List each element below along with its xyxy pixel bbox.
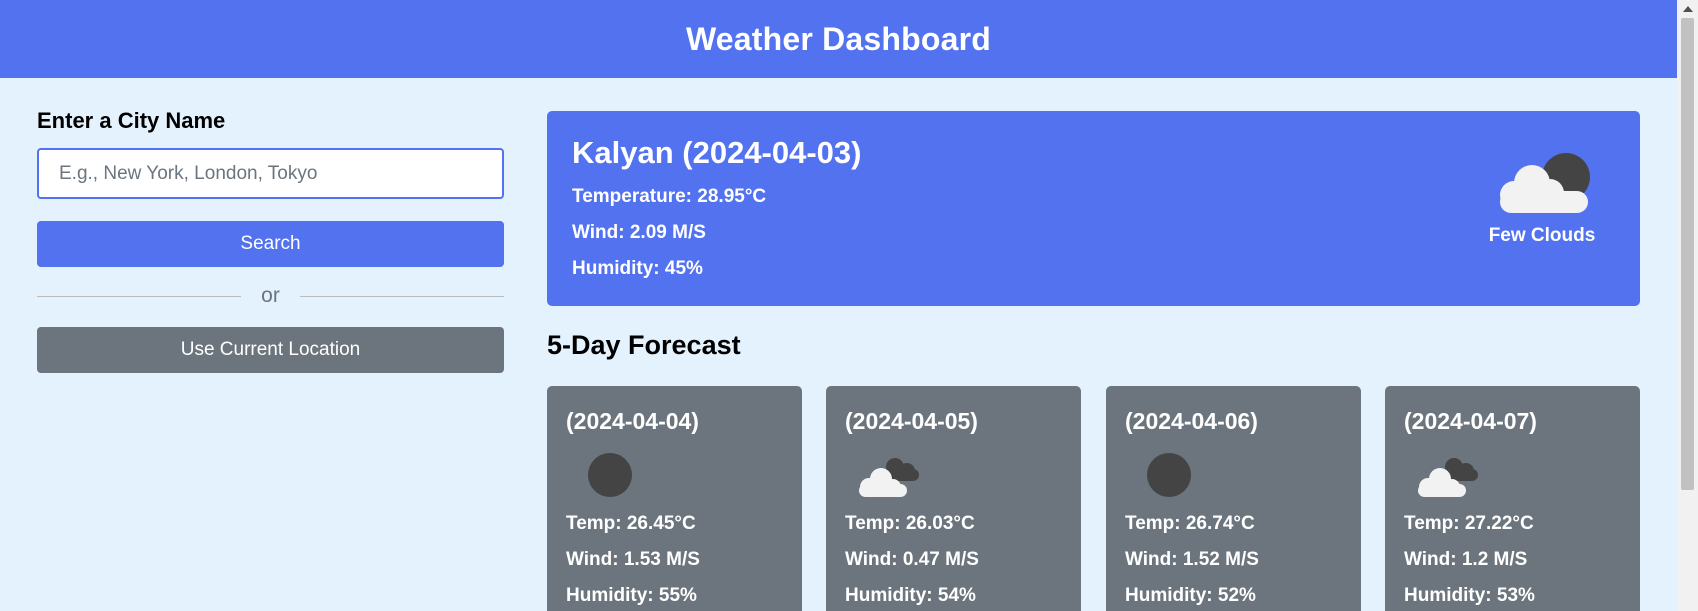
- forecast-card: (2024-04-07) Temp: 27.22°C Wind: 1.2 M/S…: [1385, 386, 1640, 611]
- page: Weather Dashboard Enter a City Name Sear…: [0, 0, 1677, 611]
- forecast-temp: Temp: 26.45°C: [566, 513, 696, 534]
- scroll-up-arrow-icon[interactable]: [1683, 6, 1693, 12]
- scrollbar-thumb[interactable]: [1681, 18, 1694, 490]
- current-city-title: Kalyan (2024-04-03): [572, 135, 862, 170]
- forecast-temp: Temp: 26.74°C: [1125, 513, 1255, 534]
- current-weather-card: Kalyan (2024-04-03) Temperature: 28.95°C…: [547, 111, 1640, 306]
- forecast-date: (2024-04-05): [845, 408, 978, 434]
- forecast-wind: Wind: 1.53 M/S: [566, 549, 700, 570]
- forecast-temp: Temp: 27.22°C: [1404, 513, 1534, 534]
- forecast-wind: Wind: 0.47 M/S: [845, 549, 979, 570]
- separator-line-left: [37, 295, 242, 297]
- app-header: Weather Dashboard: [0, 0, 1677, 78]
- city-search-input[interactable]: [37, 148, 504, 199]
- separator-line-right: [299, 295, 504, 297]
- clear-night-icon: [1147, 453, 1191, 497]
- app-title: Weather Dashboard: [685, 20, 992, 57]
- forecast-card: (2024-04-06) Temp: 26.74°C Wind: 1.52 M/…: [1106, 386, 1361, 611]
- forecast-cards: (2024-04-04) Temp: 26.45°C Wind: 1.53 M/…: [547, 386, 1640, 611]
- search-button[interactable]: Search: [37, 221, 504, 267]
- search-panel: Enter a City Name Search or Use Current …: [37, 108, 504, 373]
- few-clouds-night-icon: [1500, 153, 1590, 213]
- forecast-date: (2024-04-06): [1125, 408, 1258, 434]
- current-weather-description: Few Clouds: [1488, 225, 1596, 246]
- forecast-date: (2024-04-07): [1404, 408, 1537, 434]
- forecast-title: 5-Day Forecast: [547, 330, 741, 360]
- forecast-temp: Temp: 26.03°C: [845, 513, 975, 534]
- forecast-humidity: Humidity: 53%: [1404, 585, 1535, 606]
- separator-text: or: [261, 284, 280, 307]
- current-temperature: Temperature: 28.95°C: [572, 186, 767, 207]
- current-humidity: Humidity: 45%: [572, 258, 703, 279]
- forecast-card: (2024-04-05) Temp: 26.03°C Wind: 0.47 M/…: [826, 386, 1081, 611]
- city-input-label: Enter a City Name: [37, 108, 226, 133]
- forecast-humidity: Humidity: 55%: [566, 585, 697, 606]
- forecast-wind: Wind: 1.2 M/S: [1404, 549, 1528, 570]
- forecast-humidity: Humidity: 54%: [845, 585, 976, 606]
- forecast-humidity: Humidity: 52%: [1125, 585, 1256, 606]
- broken-clouds-icon: [1418, 458, 1478, 497]
- current-wind: Wind: 2.09 M/S: [572, 222, 706, 243]
- broken-clouds-icon: [859, 458, 919, 497]
- use-current-location-button[interactable]: Use Current Location: [37, 327, 504, 373]
- forecast-wind: Wind: 1.52 M/S: [1125, 549, 1259, 570]
- forecast-card: (2024-04-04) Temp: 26.45°C Wind: 1.53 M/…: [547, 386, 802, 611]
- forecast-date: (2024-04-04): [566, 408, 699, 434]
- current-weather-icon-block: Few Clouds: [1482, 151, 1602, 247]
- vertical-scrollbar[interactable]: [1677, 0, 1698, 611]
- clear-night-icon: [588, 453, 632, 497]
- or-separator: or: [37, 281, 504, 311]
